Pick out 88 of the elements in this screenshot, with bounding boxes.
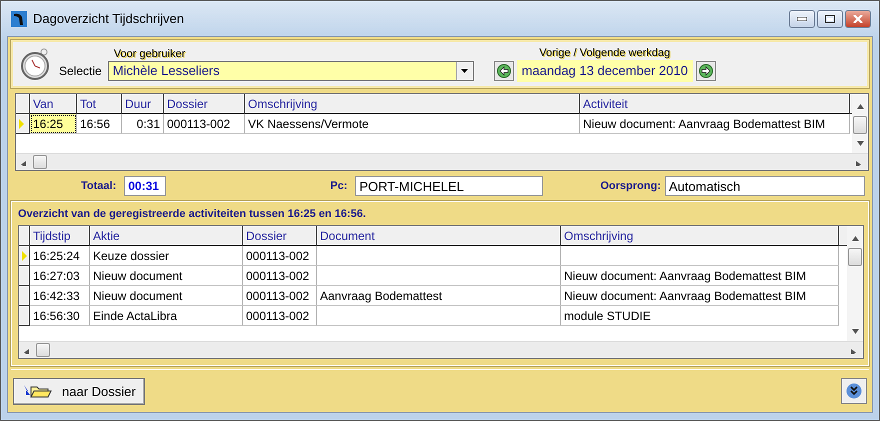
header-corner	[19, 226, 30, 246]
maximize-button[interactable]	[817, 10, 843, 28]
column-header[interactable]: Document	[317, 226, 561, 246]
column-header[interactable]: Omschrijving	[245, 94, 580, 114]
window-title: Dagoverzicht Tijdschrijven	[33, 11, 184, 26]
user-label: Voor gebruiker	[114, 48, 186, 60]
table-cell: 16:25	[30, 114, 77, 134]
column-header[interactable]: Dossier	[243, 226, 317, 246]
table-cell: 16:27:03	[30, 266, 90, 286]
scroll-up-icon	[852, 236, 858, 241]
column-header[interactable]: Omschrijving	[561, 226, 839, 246]
table-cell: 000113-002	[243, 306, 317, 326]
vertical-scrollbar[interactable]	[852, 94, 868, 153]
scroll-thumb[interactable]	[848, 248, 862, 266]
total-label: Totaal:	[81, 180, 116, 192]
scroll-thumb[interactable]	[33, 155, 47, 169]
scroll-thumb[interactable]	[36, 343, 50, 357]
header-filler	[839, 226, 847, 246]
table-cell: 000113-002	[243, 266, 317, 286]
total-field: 00:31	[124, 176, 166, 196]
column-header[interactable]: Duur	[122, 94, 164, 114]
right-arrow-icon	[698, 64, 713, 78]
horizontal-scrollbar[interactable]	[16, 153, 868, 170]
table-cell: Nieuw document	[90, 266, 243, 286]
column-header[interactable]: Van	[30, 94, 77, 114]
column-header[interactable]: Tot	[77, 94, 122, 114]
folder-icon	[22, 383, 52, 399]
column-header[interactable]: Tijdstip	[30, 226, 90, 246]
table-cell: 16:25:24	[30, 246, 90, 266]
scroll-left-icon	[21, 161, 28, 166]
header-corner	[16, 94, 30, 114]
current-row-icon	[22, 250, 27, 260]
user-dropdown[interactable]: Michèle Lesseliers	[108, 60, 474, 80]
pc-label: Pc:	[330, 180, 348, 192]
table-cell: 16:42:33	[30, 286, 90, 306]
selection-label: Selectie	[59, 64, 102, 78]
origin-label: Oorsprong:	[600, 180, 661, 192]
scroll-up-icon	[856, 104, 864, 109]
row-selector[interactable]	[19, 306, 30, 326]
to-dossier-button[interactable]: naar Dossier	[13, 378, 145, 404]
activities-caption: Overzicht van de geregistreerde activiteiten tussen 16:25 en 16:56.	[18, 208, 367, 220]
expand-button[interactable]	[841, 378, 867, 404]
current-row-icon	[19, 118, 24, 128]
horizontal-scrollbar[interactable]	[19, 341, 863, 358]
restore-icon	[825, 14, 835, 22]
table-cell: Keuze dossier	[90, 246, 243, 266]
double-chevron-down-icon	[846, 383, 862, 399]
column-header[interactable]: Dossier	[164, 94, 245, 114]
row-selector[interactable]	[16, 114, 30, 134]
origin-field[interactable]: Automatisch	[664, 176, 865, 196]
next-day-button[interactable]	[696, 60, 716, 80]
minimize-icon	[797, 16, 807, 20]
scroll-down-icon	[856, 141, 864, 146]
table-cell: VK Naessens/Vermote	[245, 114, 580, 134]
app-icon	[11, 10, 27, 26]
row-selector[interactable]	[19, 266, 30, 286]
table-cell: 0:31	[122, 114, 164, 134]
scroll-thumb[interactable]	[853, 116, 867, 134]
table-cell: 16:56:30	[30, 306, 90, 326]
row-selector[interactable]	[19, 246, 30, 266]
close-button[interactable]	[845, 10, 871, 28]
column-header[interactable]: Activiteit	[580, 94, 850, 114]
dropdown-caret-icon	[461, 68, 468, 72]
workday-label: Vorige / Volgende werkdag	[539, 46, 670, 58]
table-cell: Nieuw document: Aanvraag Bodemattest BIM	[561, 286, 839, 306]
pc-field[interactable]: PORT-MICHELEL	[355, 176, 544, 196]
left-arrow-icon	[496, 64, 511, 78]
vertical-scrollbar[interactable]	[847, 226, 863, 341]
previous-day-button[interactable]	[494, 60, 514, 80]
table-cell: Nieuw document	[90, 286, 243, 306]
scroll-right-icon	[856, 161, 863, 166]
table-cell: Einde ActaLibra	[90, 306, 243, 326]
table-cell: Aanvraag Bodemattest	[317, 286, 561, 306]
column-header[interactable]: Aktie	[90, 226, 243, 246]
table-cell: 000113-002	[164, 114, 245, 134]
table-cell: 000113-002	[243, 246, 317, 266]
scroll-down-icon	[852, 329, 858, 334]
scroll-right-icon	[851, 349, 858, 354]
table-cell: 000113-002	[243, 286, 317, 306]
date-display: maandag 13 december 2010	[516, 60, 693, 82]
table-cell: 16:56	[77, 114, 122, 134]
row-selector[interactable]	[19, 286, 30, 306]
table-cell: Nieuw document: Aanvraag Bodemattest BIM	[561, 266, 839, 286]
close-icon	[853, 14, 863, 22]
scroll-left-icon	[24, 349, 31, 354]
table-cell: module STUDIE	[561, 306, 839, 326]
minimize-button[interactable]	[789, 10, 815, 28]
table-cell: Nieuw document: Aanvraag Bodemattest BIM	[580, 114, 850, 134]
